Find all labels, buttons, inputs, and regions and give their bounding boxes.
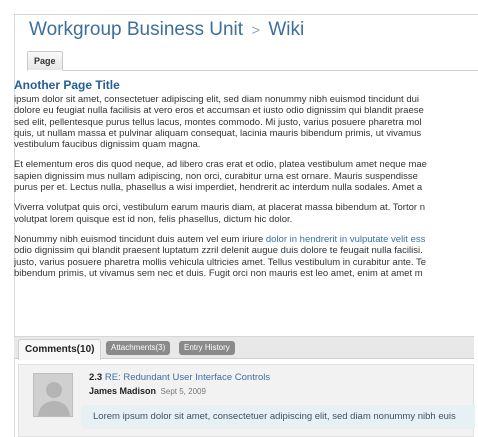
tab-entry-history[interactable]: Entry History: [179, 341, 235, 355]
breadcrumb-separator: >: [251, 22, 261, 39]
paragraph-line: sed elit, pellentesque purus tellus lacu…: [14, 116, 422, 128]
article-paragraph-4: Nonummy nibh euismod tincidunt duis aute…: [14, 234, 474, 279]
comments-section: Comments(10) Attachments(3) Entry Histor…: [14, 336, 475, 437]
paragraph-text: Nonummy nibh euismod tincidunt duis aute…: [14, 233, 266, 245]
breadcrumb-parent-link[interactable]: Workgroup Business Unit: [29, 19, 243, 40]
paragraph-line: ipsum dolor sit amet, consectetuer adipi…: [14, 94, 420, 105]
paragraph-line: Nonummy nibh euismod tincidunt duis aute…: [14, 234, 474, 245]
paragraph-line: volutpat lorem quisque est id non, felis…: [14, 213, 293, 225]
paragraph-line: bibendum primis, ut vivamus sem nec et d…: [14, 267, 423, 279]
comment-number: 2.3: [89, 372, 103, 383]
breadcrumb: Workgroup Business Unit > Wiki: [29, 19, 304, 41]
comment-meta: James Madison Sept 5, 2009: [89, 386, 206, 396]
paragraph-line: odio dignissim qui blandit praesent lupt…: [14, 245, 423, 257]
paragraph-line: vestibulum faucibus dignissim quam magna…: [14, 139, 201, 151]
page-tab-strip: Page: [27, 51, 478, 71]
inline-link[interactable]: dolor in hendrerit in vulputate velit es…: [266, 234, 425, 245]
article-paragraph-1: ipsum dolor sit amet, consectetuer adipi…: [14, 94, 474, 150]
avatar: [33, 373, 73, 417]
paragraph-line: quis, ut nullam massa et pulvinar aliqua…: [14, 127, 422, 139]
comments-tab-bar: Comments(10) Attachments(3) Entry Histor…: [14, 336, 474, 360]
comment-body: Lorem ipsum dolor sit amet, consectetuer…: [81, 405, 475, 429]
comment-author: James Madison: [89, 386, 157, 396]
tab-page[interactable]: Page: [27, 51, 63, 71]
comment-title-link[interactable]: RE: Redundant User Interface Controls: [105, 372, 270, 383]
wiki-article: Another Page Title ipsum dolor sit amet,…: [14, 78, 474, 288]
article-paragraph-3: Viverra volutpat quis orci, vestibulum e…: [14, 202, 474, 225]
paragraph-line: justo, varius posuere pharetra mollis ve…: [14, 256, 427, 268]
paragraph-line: purus per et. Lectus nulla, phasellus a …: [14, 182, 423, 194]
comment-item: 2.3 RE: Redundant User Interface Control…: [18, 364, 475, 437]
paragraph-line: sapien dignissim mus nullam adipiscing, …: [14, 170, 418, 182]
page-title: Another Page Title: [14, 78, 120, 92]
user-silhouette-icon: [34, 374, 72, 416]
paragraph-line: Viverra volutpat quis orci, vestibulum e…: [14, 202, 425, 214]
article-paragraph-2: Et elementum eros dis quod neque, ad lib…: [14, 159, 474, 193]
paragraph-line: Et elementum eros dis quod neque, ad lib…: [14, 159, 427, 171]
breadcrumb-current: Wiki: [268, 19, 305, 40]
tab-attachments[interactable]: Attachments(3): [106, 341, 171, 355]
comment-date: Sept 5, 2009: [160, 387, 206, 396]
paragraph-line: dolore eu feugiat nulla facilisis at ver…: [14, 105, 424, 117]
tab-comments[interactable]: Comments(10): [18, 339, 102, 360]
comment-header: 2.3 RE: Redundant User Interface Control…: [89, 372, 270, 383]
